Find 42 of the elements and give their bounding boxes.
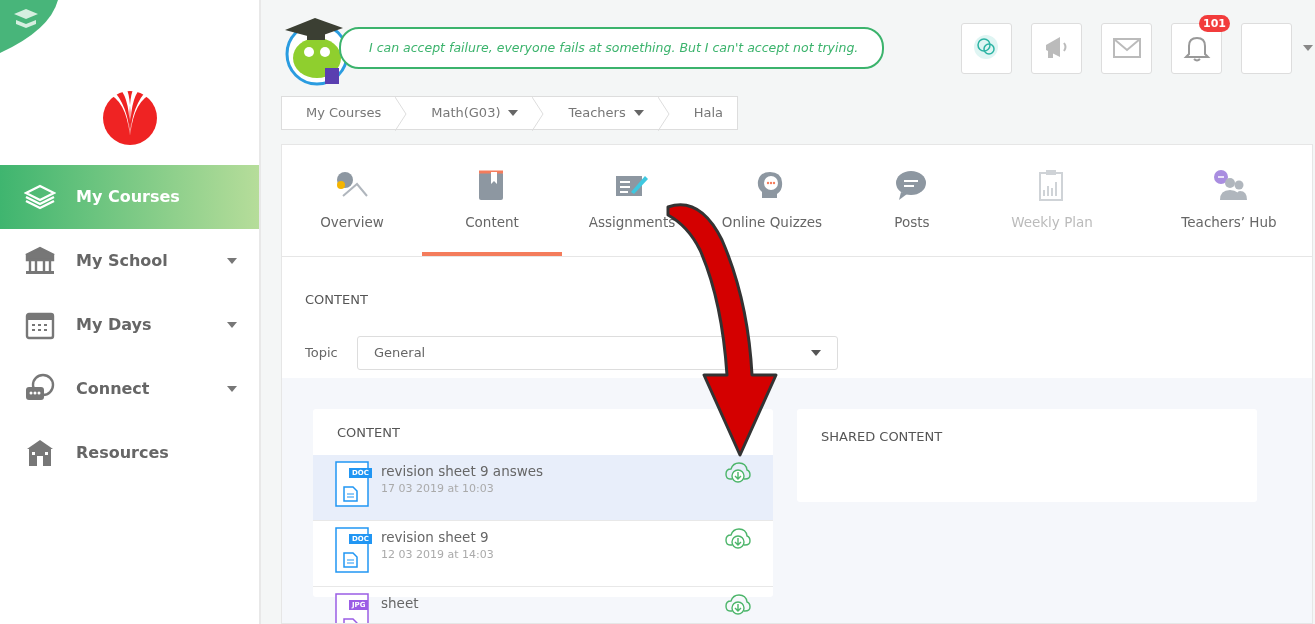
tab[interactable]: Content (422, 145, 562, 256)
tab[interactable]: Overview (282, 145, 422, 256)
corner-fold-icon (0, 0, 60, 55)
file-icon (335, 461, 369, 507)
sidebar-item[interactable]: My School (0, 229, 259, 293)
caret-icon (227, 322, 237, 328)
cloud-download-icon[interactable] (725, 461, 751, 483)
breadcrumb-item[interactable]: Hala (669, 97, 737, 129)
quote-banner: I can accept failure, everyone fails at something. But I can't accept not trying. (339, 27, 885, 69)
tab[interactable]: Teachers’ Hub (1146, 145, 1312, 256)
caret-icon (633, 110, 644, 116)
card-title: SHARED CONTENT (820, 427, 944, 446)
caret-icon (227, 258, 237, 264)
file-name: revision sheet 9 (381, 528, 490, 547)
card-title: CONTENT (336, 423, 401, 442)
help-chat-button[interactable] (961, 22, 1012, 74)
section-title: CONTENT (305, 291, 369, 309)
caret-icon (508, 110, 519, 116)
caret-icon (1303, 45, 1313, 51)
file-date: 12 03 2019 at 14:03 (381, 547, 495, 564)
file-date: 17 03 2019 at 10:03 (381, 481, 495, 498)
sidebar-item[interactable]: My Days (0, 293, 259, 357)
file-icon (335, 527, 369, 573)
file-name: revision sheet 9 answes (381, 462, 545, 481)
caret-icon (227, 386, 237, 392)
file-name: sheet (381, 594, 420, 613)
tab[interactable]: Posts (842, 145, 982, 256)
breadcrumb-item[interactable]: Teachers (544, 97, 658, 129)
sidebar-item[interactable]: Connect (0, 357, 259, 421)
cloud-download-icon[interactable] (725, 527, 751, 549)
mail-button[interactable] (1101, 22, 1152, 74)
topic-select[interactable]: General (357, 335, 838, 370)
notification-count: 101 (1199, 14, 1230, 32)
sidebar-item[interactable]: Resources (0, 421, 259, 485)
breadcrumb-item[interactable]: My Courses (282, 97, 396, 129)
caret-icon (811, 349, 821, 356)
breadcrumb-item[interactable]: Math(G03) (407, 97, 533, 129)
megaphone-button[interactable] (1031, 22, 1082, 74)
profile-button[interactable] (1241, 22, 1292, 74)
building-icon (24, 245, 56, 277)
field-label: Topic (305, 343, 339, 362)
cloud-download-icon[interactable] (725, 593, 751, 615)
